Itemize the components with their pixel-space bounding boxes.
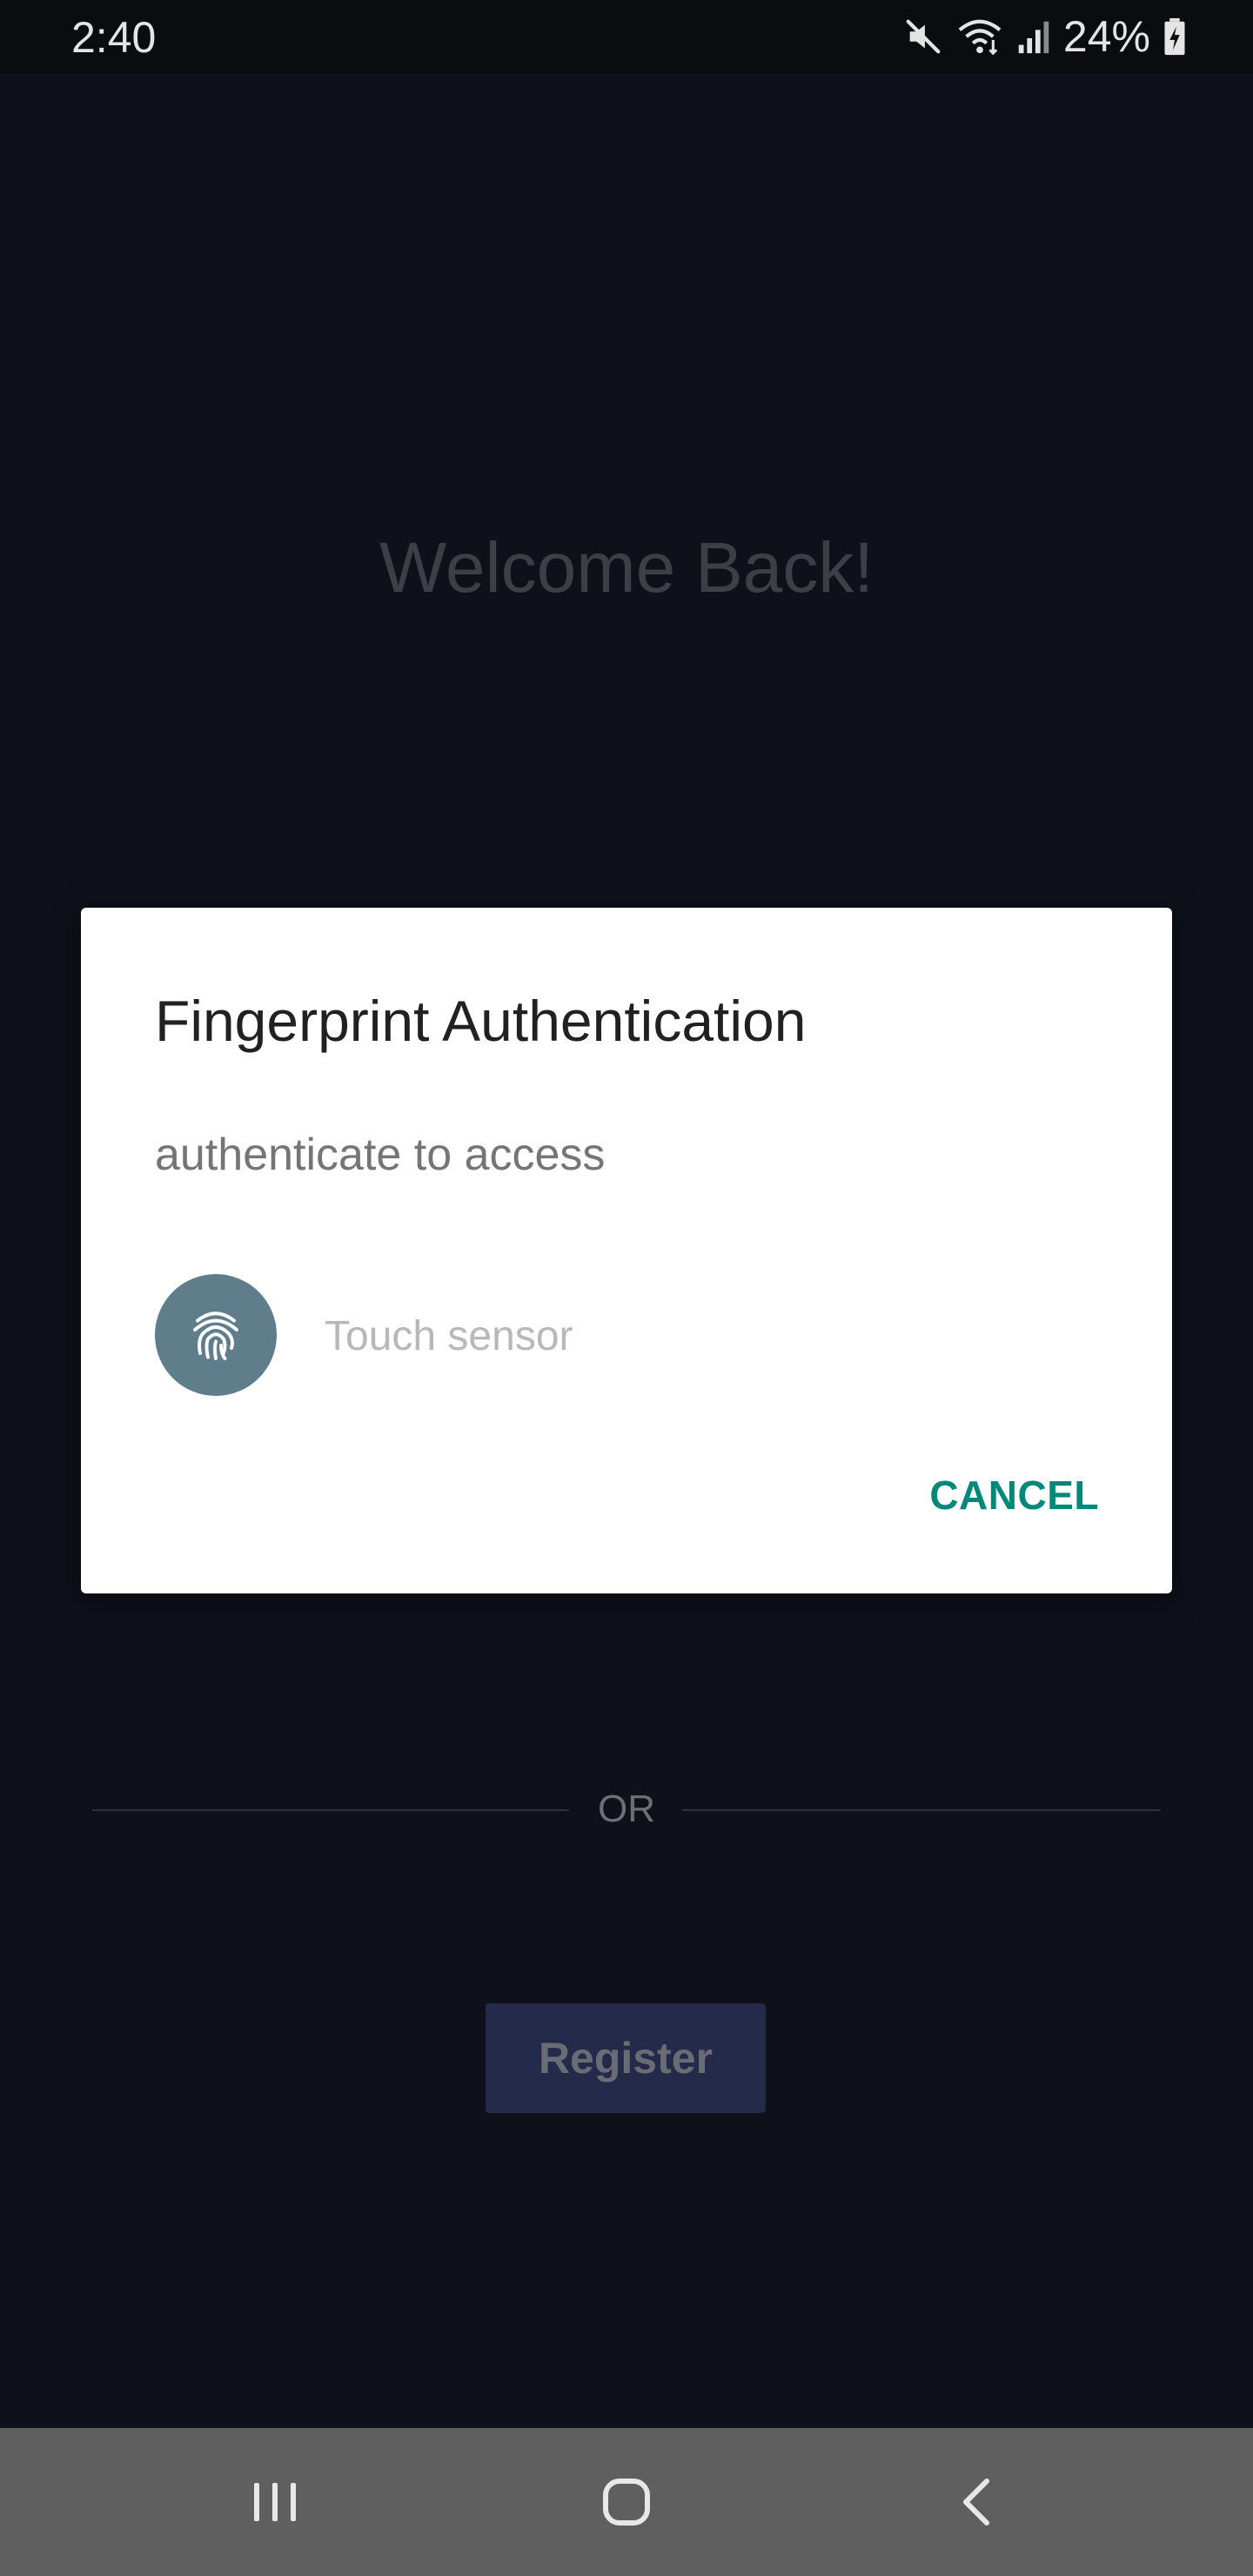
touch-sensor-label: Touch sensor [325, 1313, 573, 1359]
mute-icon [906, 19, 941, 54]
wifi-icon [958, 19, 1002, 56]
recent-apps-icon [254, 2483, 296, 2521]
register-button[interactable]: Register [486, 2003, 766, 2113]
status-time: 2:40 [71, 13, 157, 62]
screen: 2:40 24% Welcome Back! OR Register Finge… [0, 0, 1253, 2576]
back-button[interactable] [933, 2459, 1020, 2546]
back-icon [963, 2479, 989, 2526]
status-icons: 24% [903, 10, 1187, 63]
recent-apps-button[interactable] [231, 2459, 318, 2546]
dialog-description: authenticate to access [155, 1130, 606, 1180]
divider-line-right [682, 1809, 1161, 1811]
home-icon [603, 2479, 650, 2526]
battery-charging-icon [1164, 17, 1185, 56]
signal-icon [1018, 21, 1049, 54]
cancel-button[interactable]: CANCEL [929, 1472, 1099, 1519]
home-button[interactable] [583, 2459, 670, 2546]
battery-percent: 24% [1062, 12, 1150, 61]
fingerprint-dialog: Fingerprint Authentication authenticate … [81, 908, 1172, 1593]
fingerprint-icon [155, 1274, 277, 1396]
dialog-title: Fingerprint Authentication [155, 989, 807, 1053]
navigation-bar [0, 2428, 1253, 2576]
status-bar: 2:40 24% [0, 0, 1253, 73]
or-divider: OR [92, 1784, 1161, 1836]
welcome-title: Welcome Back! [379, 528, 874, 607]
